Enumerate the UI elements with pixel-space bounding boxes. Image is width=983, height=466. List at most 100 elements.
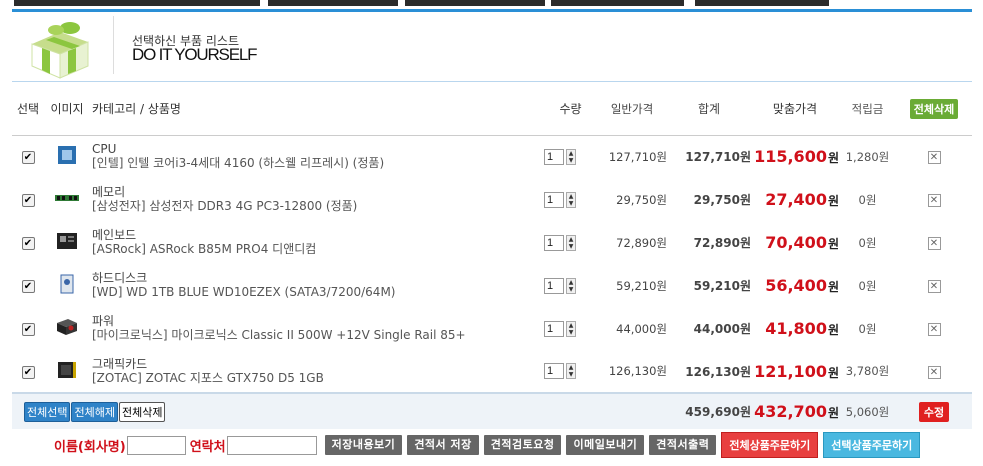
quantity-stepper[interactable]: ▲ ▼ — [566, 277, 576, 294]
sale-price: 41,800 — [765, 319, 827, 338]
save-quote-button[interactable]: 견적서 저장 — [407, 435, 479, 455]
close-icon[interactable]: ✕ — [927, 151, 941, 165]
select-checkbox[interactable]: ✔ — [21, 194, 35, 207]
top-nav-tab[interactable] — [14, 0, 260, 6]
sale-price: 70,400 — [765, 233, 827, 252]
delete-all-button[interactable]: 전체삭제 — [909, 98, 959, 119]
quantity-input[interactable] — [544, 148, 564, 165]
row-sum: 44,000원 — [693, 322, 751, 336]
close-icon[interactable]: ✕ — [927, 280, 941, 293]
chevron-up-icon[interactable]: ▲ — [569, 364, 574, 371]
row-points: 0원 — [858, 278, 877, 293]
close-icon[interactable]: ✕ — [927, 194, 941, 207]
select-checkbox[interactable]: ✔ — [21, 365, 35, 379]
delete-all-footer-button[interactable]: 전체삭제 — [118, 401, 166, 422]
product-name[interactable]: [ASRock] ASRock B85M PRO4 디앤디컴 — [92, 242, 544, 257]
select-checkbox[interactable]: ✔ — [21, 323, 35, 336]
col-sum: 합계 — [697, 102, 721, 117]
product-category: 메인보드 — [92, 228, 137, 242]
quantity-stepper[interactable]: ▲ ▼ — [566, 191, 576, 208]
product-category: CPU — [92, 142, 117, 157]
order-action-bar: 이름(회사명) 연락처 저장내용보기 견적서 저장 견적검토요청 이메일보내기 … — [12, 430, 972, 460]
select-checkbox[interactable]: ✔ — [21, 280, 35, 293]
page-header: 선택하신 부품 리스트 DO IT YOURSELF — [12, 12, 972, 82]
gift-box-logo — [31, 22, 89, 79]
quantity-stepper[interactable]: ▲ ▼ — [566, 148, 576, 165]
col-qty: 수량 — [559, 102, 582, 117]
quantity-input[interactable] — [544, 234, 564, 251]
select-checkbox[interactable]: ✔ — [21, 151, 35, 165]
product-category: 그래픽카드 — [92, 356, 148, 371]
close-icon[interactable]: ✕ — [927, 323, 941, 336]
sale-price: 121,100 — [754, 361, 827, 381]
chevron-up-icon[interactable]: ▲ — [569, 150, 574, 157]
quantity-input[interactable] — [544, 363, 564, 379]
table-row: ✔ 파워 [마이크로닉스] 마이크로닉스 Classic II 500W +12V … — [12, 307, 972, 350]
list-price: 44,000원 — [616, 321, 667, 336]
contact-input[interactable] — [226, 435, 317, 455]
cart-table: 선택 이미지 카테고리 / 상품명 수량 일반가격 합계 맞춤가격 적립금 전체… — [12, 83, 972, 429]
product-name[interactable]: [삼성전자] 삼성전자 DDR3 4G PC3-12800 (정품) — [92, 199, 544, 214]
product-category: 메모리 — [92, 185, 126, 199]
product-category: 하드디스크 — [92, 271, 148, 285]
hdd-icon — [54, 274, 80, 294]
order-selected-button[interactable]: 선택상품주문하기 — [823, 432, 921, 458]
col-category-product: 카테고리 / 상품명 — [92, 102, 181, 117]
list-price: 72,890원 — [616, 235, 667, 250]
col-list-price: 일반가격 — [610, 101, 654, 116]
close-icon[interactable]: ✕ — [927, 365, 941, 379]
send-email-button[interactable]: 이메일보내기 — [566, 435, 645, 455]
top-nav-tab[interactable] — [695, 0, 829, 6]
top-nav-tab[interactable] — [405, 0, 545, 6]
quantity-stepper[interactable]: ▲ ▼ — [566, 234, 576, 251]
currency-unit: 원 — [827, 323, 839, 337]
chevron-down-icon[interactable]: ▼ — [569, 200, 574, 207]
quantity-stepper[interactable]: ▲ ▼ — [566, 320, 576, 337]
chevron-up-icon[interactable]: ▲ — [569, 193, 574, 200]
chevron-down-icon[interactable]: ▼ — [569, 286, 574, 293]
name-label: 이름(회사명) — [54, 439, 126, 455]
currency-unit: 원 — [827, 194, 839, 208]
view-saved-button[interactable]: 저장내용보기 — [324, 435, 403, 455]
sale-price: 56,400 — [765, 276, 827, 295]
print-quote-button[interactable]: 견적서출력 — [649, 435, 717, 455]
currency-unit: 원 — [827, 365, 839, 380]
col-points: 적립금 — [851, 101, 884, 116]
modify-button[interactable]: 수정 — [918, 401, 950, 422]
quantity-input[interactable] — [544, 191, 564, 208]
quantity-stepper[interactable]: ▲ ▼ — [566, 363, 576, 379]
col-image: 이미지 — [50, 102, 84, 117]
chevron-down-icon[interactable]: ▼ — [569, 243, 574, 250]
product-name[interactable]: [인텔] 인텔 코어i3-4세대 4160 (하스웰 리프레시) (정품) — [92, 156, 544, 171]
col-delete: 전체삭제 — [896, 83, 972, 135]
mainboard-icon — [54, 231, 80, 251]
chevron-up-icon[interactable]: ▲ — [569, 322, 574, 329]
select-checkbox[interactable]: ✔ — [21, 237, 35, 250]
select-all-button[interactable]: 전체선택 — [24, 401, 71, 422]
top-nav-tab[interactable] — [551, 0, 684, 6]
product-name[interactable]: [WD] WD 1TB BLUE WD10EZEX (SATA3/7200/64… — [92, 285, 544, 300]
product-name[interactable]: [마이크로닉스] 마이크로닉스 Classic II 500W +12V Sin… — [92, 328, 544, 343]
close-icon[interactable]: ✕ — [927, 237, 941, 250]
order-all-button[interactable]: 전체상품주문하기 — [721, 432, 819, 458]
list-price: 29,750원 — [616, 192, 667, 207]
currency-unit: 원 — [827, 237, 839, 251]
chevron-down-icon[interactable]: ▼ — [569, 371, 574, 378]
chevron-up-icon[interactable]: ▲ — [569, 279, 574, 286]
row-sum: 29,750원 — [693, 193, 751, 207]
currency-unit: 원 — [827, 406, 839, 420]
row-sum: 59,210원 — [693, 279, 751, 293]
chevron-down-icon[interactable]: ▼ — [569, 157, 574, 164]
chevron-down-icon[interactable]: ▼ — [569, 329, 574, 336]
total-points: 5,060원 — [845, 404, 890, 419]
quantity-input[interactable] — [544, 277, 564, 294]
deselect-all-button[interactable]: 전체해제 — [71, 401, 118, 422]
list-price: 59,210원 — [616, 278, 667, 293]
chevron-up-icon[interactable]: ▲ — [569, 236, 574, 243]
product-name[interactable]: [ZOTAC] ZOTAC 지포스 GTX750 D5 1GB — [92, 371, 544, 386]
name-input[interactable] — [126, 435, 186, 455]
quantity-input[interactable] — [544, 320, 564, 337]
request-review-button[interactable]: 견적검토요청 — [483, 435, 562, 455]
row-points: 0원 — [858, 321, 877, 336]
top-nav-tab[interactable] — [268, 0, 398, 6]
